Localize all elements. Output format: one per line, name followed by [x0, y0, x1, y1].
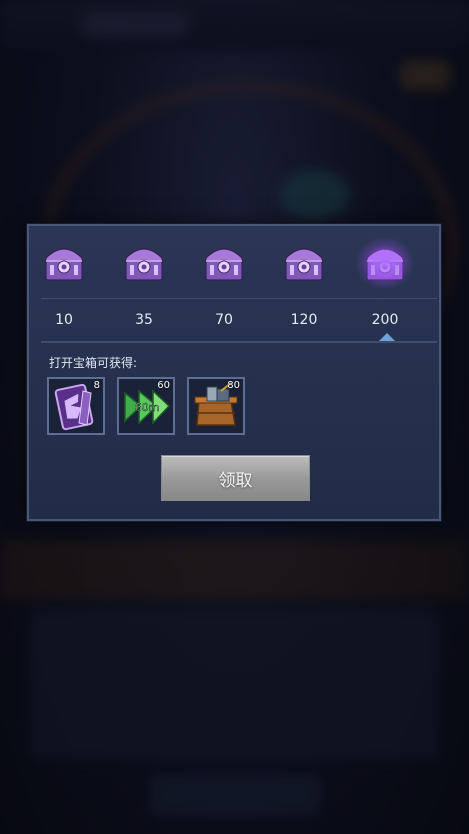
milestone-label: 70	[215, 312, 233, 328]
reward-count: 60	[157, 380, 170, 391]
chest-reward-dialog: 打开宝箱可获得: 8 60m 60 80 领取 10 35 70 120 200	[27, 224, 441, 521]
reward-slot-spellbook[interactable]: 8	[47, 377, 105, 435]
reward-count: 80	[227, 380, 240, 391]
chest-10-icon[interactable]	[42, 242, 86, 284]
milestone-label: 200	[371, 312, 399, 328]
milestone-label: 35	[135, 312, 153, 328]
reward-slot-crate[interactable]: 80	[187, 377, 245, 435]
chest-35-icon[interactable]	[122, 242, 166, 284]
reward-count: 8	[93, 380, 100, 391]
chest-200-icon[interactable]	[355, 236, 415, 290]
progress-track-top	[41, 298, 437, 299]
chest-120-icon[interactable]	[282, 242, 326, 284]
selected-marker-icon	[379, 333, 395, 341]
chest-70-icon[interactable]	[202, 242, 246, 284]
rewards-title: 打开宝箱可获得:	[49, 356, 138, 370]
reward-slot-speedup[interactable]: 60m 60	[117, 377, 175, 435]
milestone-label: 120	[290, 312, 318, 328]
chest-row	[29, 236, 439, 290]
progress-track-bottom	[41, 341, 437, 343]
claim-button[interactable]: 领取	[161, 455, 310, 501]
milestone-label: 10	[55, 312, 73, 328]
speedup-badge: 60m	[135, 401, 160, 414]
